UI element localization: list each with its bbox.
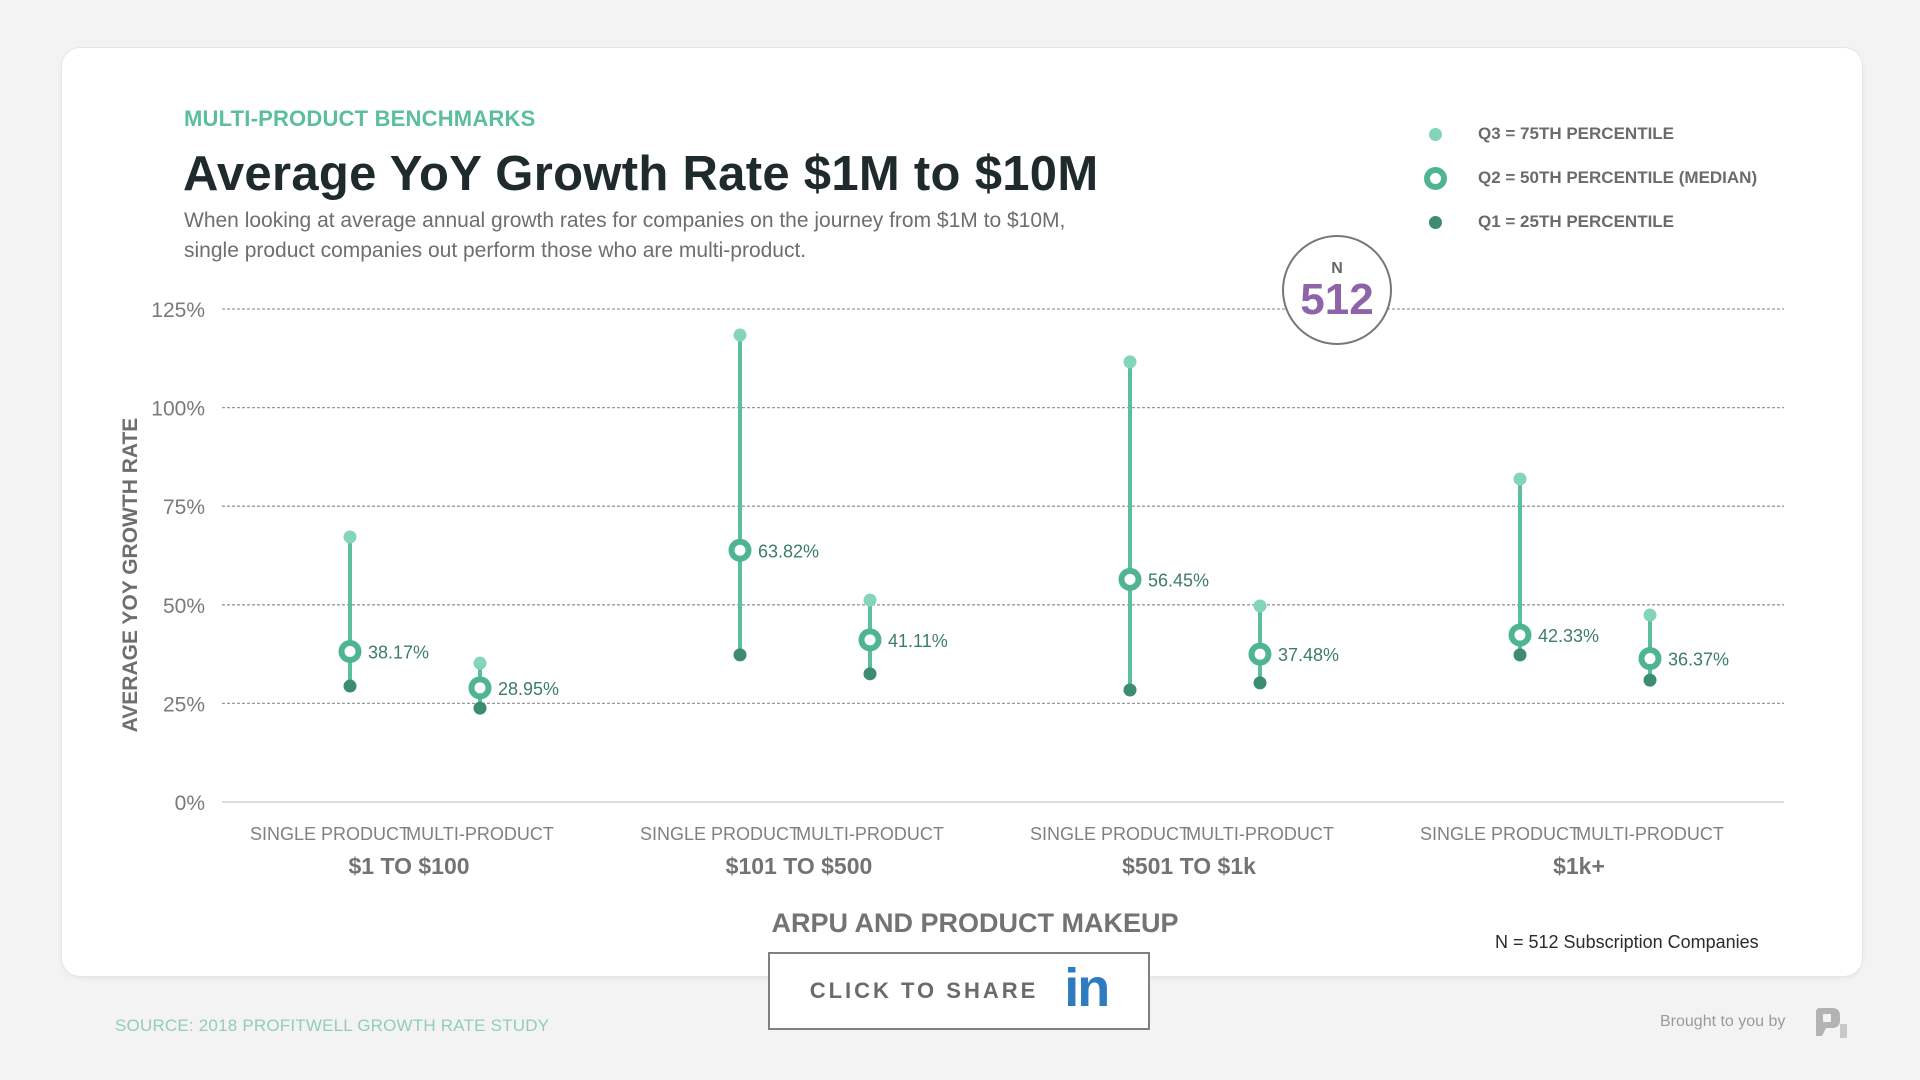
- median-value-label: 63.82%: [758, 541, 819, 561]
- group-label: $1 TO $100: [348, 853, 469, 879]
- q1-dot: [733, 648, 747, 662]
- sample-size-value: 512: [1300, 275, 1374, 324]
- sample-size-badge: N 512: [1282, 235, 1392, 345]
- category-label: MULTI-PRODUCT: [1576, 824, 1724, 844]
- q3-dot: [343, 530, 357, 544]
- category-label: MULTI-PRODUCT: [796, 824, 944, 844]
- median-value-label: 42.33%: [1538, 626, 1599, 646]
- median-ring: [338, 639, 362, 663]
- y-tick-label: 25%: [163, 693, 205, 716]
- q1-dot: [1123, 683, 1137, 697]
- q1-dot: [473, 701, 487, 715]
- category-label: MULTI-PRODUCT: [406, 824, 554, 844]
- q1-dot: [863, 667, 877, 681]
- q1-dot: [343, 679, 357, 693]
- q1-dot: [1513, 648, 1527, 662]
- group-label: $101 TO $500: [726, 853, 873, 879]
- category-label: SINGLE PRODUCT: [1030, 824, 1190, 844]
- y-tick-label: 0%: [175, 792, 205, 815]
- median-value-label: 56.45%: [1148, 570, 1209, 590]
- median-ring: [858, 628, 882, 652]
- category-label: MULTI-PRODUCT: [1186, 824, 1334, 844]
- y-tick-label: 75%: [163, 496, 205, 519]
- category-label: SINGLE PRODUCT: [640, 824, 800, 844]
- median-value-label: 36.37%: [1668, 650, 1729, 670]
- median-value-label: 41.11%: [888, 631, 948, 651]
- q3-dot: [733, 328, 747, 342]
- chart-plot: 0% 25% 50% 75% 100% 125% 38.17% SINGLE PRODUCT 2…: [151, 299, 1784, 879]
- q3-dot: [1643, 608, 1657, 622]
- category-label: SINGLE PRODUCT: [1420, 824, 1580, 844]
- q3-dot: [863, 593, 877, 607]
- q3-dot: [1253, 599, 1267, 613]
- median-ring: [1508, 623, 1532, 647]
- q3-dot: [1123, 355, 1137, 369]
- q3-dot: [1513, 472, 1527, 486]
- category-label: SINGLE PRODUCT: [250, 824, 410, 844]
- median-ring: [1638, 647, 1662, 671]
- q1-dot: [1253, 676, 1267, 690]
- median-ring: [1118, 567, 1142, 591]
- y-tick-label: 100%: [151, 398, 205, 421]
- median-value-label: 38.17%: [368, 642, 429, 662]
- median-ring: [1248, 642, 1272, 666]
- q1-dot: [1643, 673, 1657, 687]
- group-label: $501 TO $1k: [1122, 853, 1256, 879]
- group-label: $1k+: [1553, 853, 1605, 879]
- median-value-label: 28.95%: [498, 679, 559, 699]
- q3-dot: [473, 656, 487, 670]
- median-ring: [468, 676, 492, 700]
- median-ring: [728, 538, 752, 562]
- y-tick-label: 50%: [163, 595, 205, 618]
- median-value-label: 37.48%: [1278, 645, 1339, 665]
- y-tick-label: 125%: [151, 299, 205, 322]
